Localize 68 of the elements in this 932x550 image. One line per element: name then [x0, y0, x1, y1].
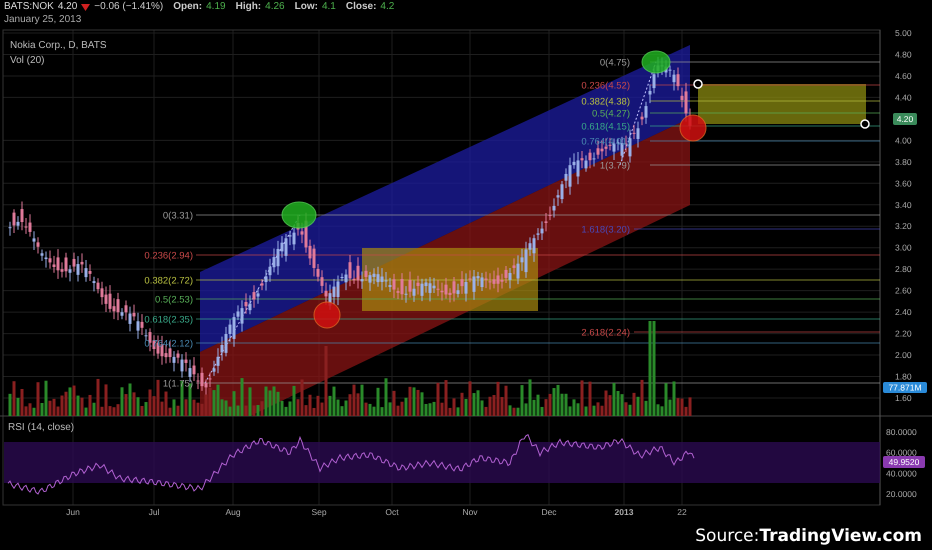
fib-level-label: 0.5(2.53): [154, 294, 193, 306]
time-axis-label: Dec: [541, 507, 557, 517]
rsi-axis-label: 60.0000: [886, 448, 917, 458]
price-axis-label: 2.80: [895, 264, 912, 274]
fib-level-label: 1(3.79): [600, 160, 630, 172]
price-axis-label: 1.60: [895, 393, 912, 403]
price-axis-label: 4.00: [895, 135, 912, 146]
fib-level-label: 0.236(2.94): [144, 250, 193, 262]
fib-level-label: 0.382(2.72): [144, 276, 193, 286]
chart-title: Nokia Corp., D, BATS: [10, 40, 107, 51]
anchor-point: [860, 119, 870, 129]
peak-ellipse: [282, 202, 316, 228]
ohlc-value: 4.2: [380, 1, 394, 13]
price-axis-label: 4.80: [895, 49, 912, 60]
ohlc-label: High:: [236, 1, 262, 13]
price-axis-label: 1.80: [895, 372, 912, 382]
rsi-axis-label: 20.0000: [886, 489, 917, 500]
price-axis-label: 5.00: [895, 28, 912, 38]
fib-level-label: 0.618(4.15): [581, 122, 630, 132]
time-axis-label: Nov: [462, 507, 478, 517]
rsi-legend: RSI (14, close): [8, 422, 74, 433]
fib-level-label: 0.382(4.38): [581, 96, 630, 108]
ohlc-value: 4.1: [322, 1, 336, 13]
price-badge: 4.20: [893, 113, 917, 125]
anchor-point: [693, 79, 703, 89]
chart-date: January 25, 2013: [4, 13, 82, 26]
price-axis-label: 4.60: [895, 70, 912, 81]
price-axis-label: 3.60: [895, 178, 912, 188]
fib-level-label: 2.618(2.24): [581, 328, 630, 338]
fib-level-label: 1.618(3.20): [581, 224, 630, 236]
ohlc-label: Close:: [346, 1, 376, 13]
ohlc-value: 4.26: [265, 1, 285, 13]
time-axis-label: Sep: [311, 507, 327, 517]
price-axis-label: 3.20: [895, 221, 912, 232]
time-axis-label: 22: [677, 507, 687, 517]
price-axis-label: 2.20: [895, 328, 912, 339]
price-axis-label: 2.00: [895, 350, 912, 360]
last-price: 4.20: [58, 1, 78, 13]
dip-circle: [314, 302, 340, 328]
peak-ellipse: [642, 50, 670, 74]
ohlc-label: Low:: [294, 1, 318, 13]
down-triangle-icon: [81, 4, 90, 10]
time-axis-label: Oct: [385, 507, 399, 517]
price-axis-label: 3.40: [895, 200, 912, 210]
rsi-badge: 49.9520: [883, 456, 925, 468]
price-axis-label: 2.60: [895, 286, 912, 296]
fib-level-label: 0.5(4.27): [592, 108, 630, 120]
fib-level-label: 0.618(2.35): [144, 314, 193, 326]
dip-circle: [680, 114, 706, 142]
time-axis-label: Jul: [148, 507, 160, 517]
fib-level-label: 0(4.75): [600, 58, 630, 68]
rsi-axis-label: 80.0000: [886, 427, 917, 437]
ohlc-label: Open:: [173, 1, 202, 13]
price-axis-label: 4.40: [895, 92, 912, 102]
source-credit: Source:TradingView.com: [695, 526, 922, 546]
time-axis-label: Jun: [66, 507, 80, 517]
ticker-symbol: BATS:NOK: [4, 1, 54, 13]
time-axis-label: 2013: [614, 507, 634, 517]
fib-level-label: 0(3.31): [162, 210, 193, 222]
volume-legend: Vol (20): [10, 55, 44, 66]
price-change: −0.06 (−1.41%): [94, 1, 164, 13]
volume-badge: 77.871M: [883, 382, 927, 393]
price-axis-label: 3.80: [895, 156, 912, 167]
time-axis-label: Aug: [225, 507, 241, 517]
price-axis-label: 2.40: [895, 307, 912, 318]
ohlc-value: 4.19: [206, 1, 226, 13]
rsi-axis-label: 40.0000: [886, 468, 917, 478]
price-axis-label: 3.00: [895, 242, 912, 253]
